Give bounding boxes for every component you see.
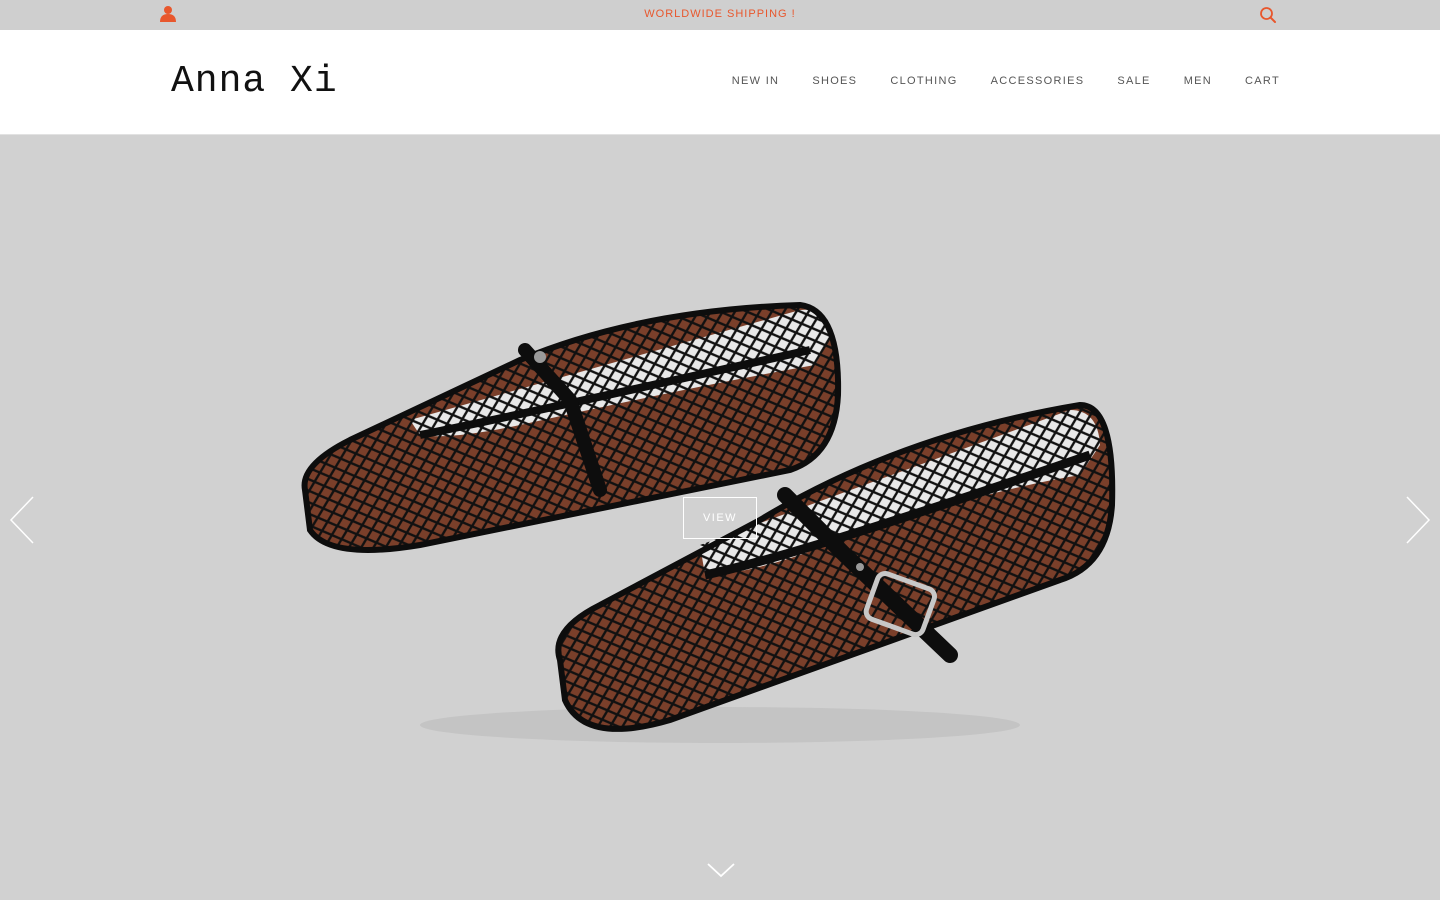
brand-logo[interactable]: Anna Xi — [171, 60, 338, 103]
nav-item-new-in[interactable]: NEW IN — [732, 75, 780, 87]
hero-slideshow: VIEW — [0, 135, 1440, 900]
shipping-banner: WORLDWIDE SHIPPING ! — [644, 8, 796, 20]
nav-item-men[interactable]: MEN — [1184, 75, 1212, 87]
nav-item-cart[interactable]: CART — [1245, 75, 1280, 87]
search-icon[interactable] — [1259, 6, 1277, 24]
chevron-right-icon[interactable] — [1402, 495, 1432, 545]
site-header: Anna Xi NEW IN SHOES CLOTHING ACCESSORIE… — [0, 30, 1440, 135]
nav-item-accessories[interactable]: ACCESSORIES — [991, 75, 1085, 87]
chevron-down-icon[interactable] — [706, 861, 736, 879]
nav-item-shoes[interactable]: SHOES — [812, 75, 857, 87]
chevron-left-icon[interactable] — [8, 495, 38, 545]
top-bar: WORLDWIDE SHIPPING ! — [0, 0, 1440, 30]
main-nav: NEW IN SHOES CLOTHING ACCESSORIES SALE M… — [732, 75, 1280, 87]
nav-item-clothing[interactable]: CLOTHING — [890, 75, 957, 87]
view-button[interactable]: VIEW — [683, 497, 757, 539]
nav-item-sale[interactable]: SALE — [1117, 75, 1150, 87]
